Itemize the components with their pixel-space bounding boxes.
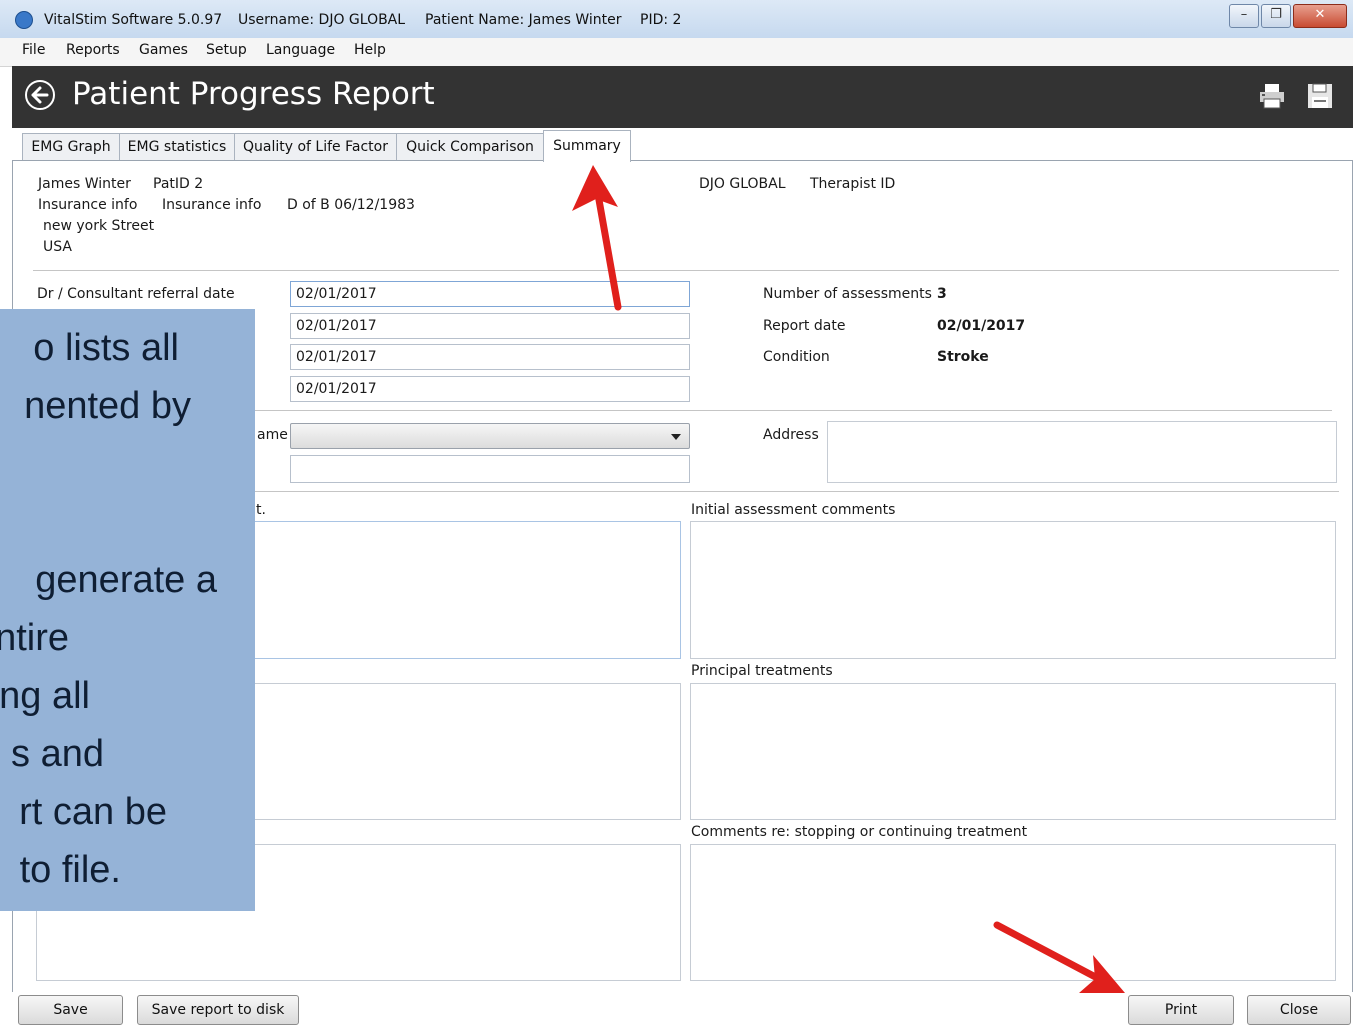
back-arrow-icon[interactable] (25, 80, 55, 110)
callout-line: nented by (24, 385, 191, 427)
callout-line: generate a (35, 559, 217, 601)
callout-line: o lists all (33, 327, 179, 369)
restore-icon[interactable]: ❐ (1261, 4, 1291, 28)
name-dropdown[interactable] (290, 423, 690, 449)
menu-games[interactable]: Games (139, 42, 188, 58)
principal-treatments-label: Principal treatments (691, 663, 833, 679)
assessments-value: 3 (937, 286, 947, 302)
annotation-arrow-icon (993, 921, 1125, 993)
report-date-label: Report date (763, 318, 846, 334)
menu-help[interactable]: Help (354, 42, 386, 58)
app-version: VitalStim Software 5.0.97 (44, 12, 223, 28)
minimize-icon[interactable]: – (1229, 4, 1259, 28)
address-textarea[interactable] (827, 421, 1337, 483)
stopping-treatment-label: Comments re: stopping or continuing trea… (691, 824, 1028, 840)
window-title-bar: VitalStim Software 5.0.97 Username: DJO … (0, 0, 1353, 39)
page-title: Patient Progress Report (72, 76, 435, 112)
patient-id: PatID 2 (153, 176, 204, 192)
insurance-value: Insurance info (162, 197, 262, 213)
printer-icon[interactable] (1258, 82, 1286, 110)
principal-treatments-textarea[interactable] (690, 683, 1336, 820)
save-button[interactable]: Save (18, 995, 123, 1025)
floppy-disk-icon[interactable] (1306, 82, 1334, 110)
condition-value: Stroke (937, 349, 989, 365)
divider (33, 270, 1339, 271)
menu-bar: File Reports Games Setup Language Help (0, 38, 1353, 67)
menu-file[interactable]: File (22, 42, 45, 58)
divider (255, 410, 1332, 411)
patient-name-title: Patient Name: James Winter (425, 12, 622, 28)
menu-setup[interactable]: Setup (206, 42, 247, 58)
callout-line: to file. (19, 849, 121, 891)
save-to-disk-button[interactable]: Save report to disk (137, 995, 299, 1025)
patient-country: USA (43, 239, 72, 255)
callout-line: ntire (0, 617, 69, 659)
initial-comments-textarea[interactable] (690, 521, 1336, 659)
app-logo-icon (15, 11, 33, 29)
menu-language[interactable]: Language (266, 42, 335, 58)
report-date-value: 02/01/2017 (937, 318, 1026, 334)
tab-emg-statistics[interactable]: EMG statistics (119, 133, 235, 161)
annotation-callout: o lists all nented by generate a ntire n… (0, 309, 255, 911)
therapist-id-label: Therapist ID (810, 176, 896, 192)
name-label: ame (257, 427, 288, 443)
patient-street: new york Street (43, 218, 155, 234)
annotation-arrow-icon (572, 165, 622, 311)
print-button[interactable]: Print (1128, 995, 1234, 1025)
condition-label: Condition (763, 349, 830, 365)
patient-id-title: PID: 2 (640, 12, 682, 28)
organization-name: DJO GLOBAL (699, 176, 786, 192)
tab-emg-graph[interactable]: EMG Graph (22, 133, 120, 161)
insurance-label: Insurance info (38, 197, 138, 213)
close-button[interactable]: Close (1247, 995, 1351, 1025)
address-label: Address (763, 427, 819, 443)
tab-quick-comparison[interactable]: Quick Comparison (396, 133, 544, 161)
patient-name: James Winter (38, 176, 131, 192)
tab-quality-of-life[interactable]: Quality of Life Factor (234, 133, 397, 161)
date-field-2[interactable]: 02/01/2017 (290, 313, 690, 339)
date-field-3[interactable]: 02/01/2017 (290, 344, 690, 370)
assessments-label: Number of assessments (763, 286, 932, 302)
referral-date-label: Dr / Consultant referral date (37, 286, 235, 302)
username: Username: DJO GLOBAL (238, 12, 406, 28)
close-icon[interactable]: ✕ (1293, 4, 1347, 28)
menu-reports[interactable]: Reports (66, 42, 120, 58)
date-of-birth: D of B 06/12/1983 (287, 197, 415, 213)
secondary-field[interactable] (290, 455, 690, 483)
initial-comments-label: Initial assessment comments (691, 502, 896, 518)
date-field-4[interactable]: 02/01/2017 (290, 376, 690, 402)
callout-line: ng all (0, 675, 90, 717)
callout-line: rt can be (19, 791, 167, 833)
left-comments-label: t. (256, 502, 266, 518)
chevron-down-icon (671, 434, 681, 440)
callout-line: s and (11, 733, 104, 775)
